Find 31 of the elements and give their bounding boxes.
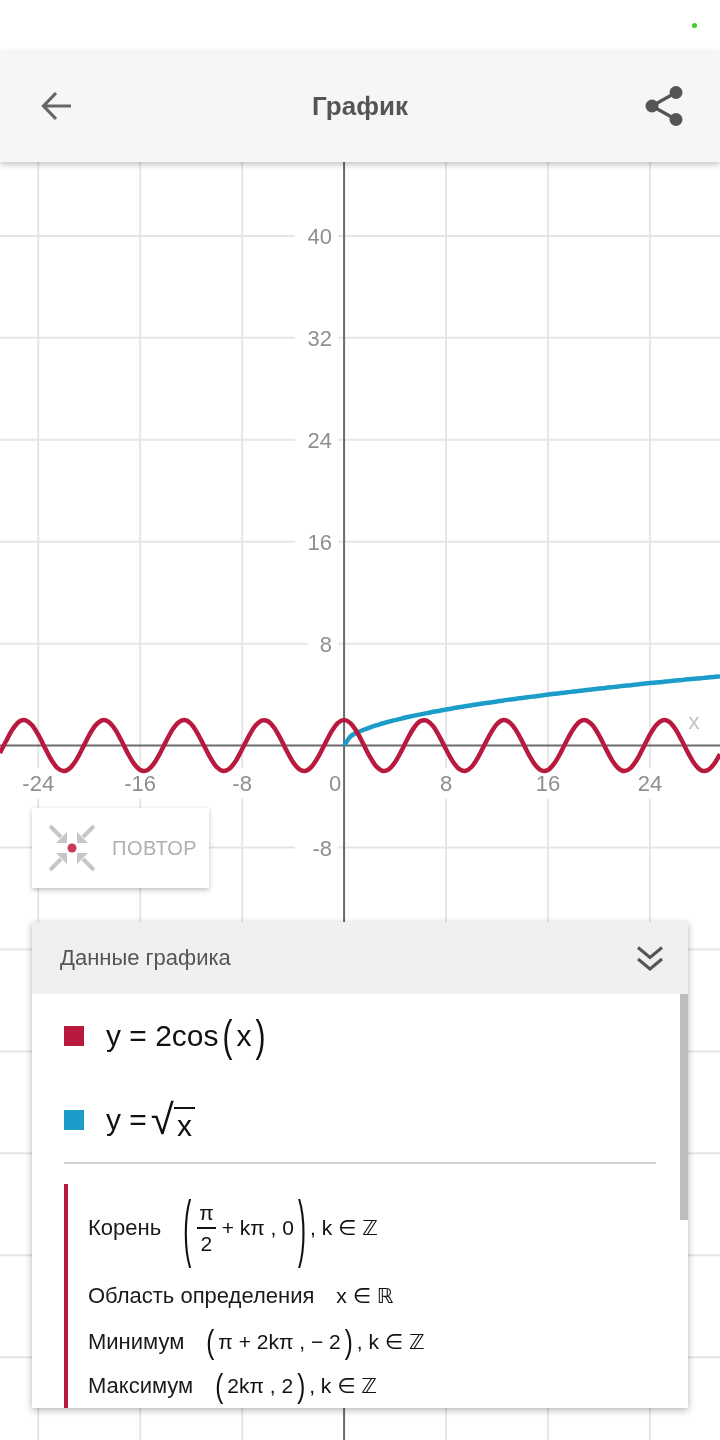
axis-tick-label: -16 [124,770,157,796]
back-arrow-icon[interactable] [40,90,72,122]
axis-tick-label: 0 [328,770,342,796]
property-label: Минимум [88,1329,185,1355]
property-label: Область определения [88,1283,315,1309]
property-label: Максимум [88,1373,194,1399]
axis-tick-label: 32 [307,325,333,351]
axis-tick-label: 16 [307,529,333,555]
property-value: (2kπ , 2), k ∈ ℤ [214,1367,378,1405]
axis-tick-label: 24 [637,770,663,796]
axis-tick-label: -8 [312,835,333,861]
formula: y = 2cos(x) [105,1010,267,1062]
property-value: x ∈ ℝ [335,1283,395,1309]
axis-tick-label: 16 [535,770,561,796]
property-label: Корень [88,1215,162,1241]
formula: y =√x [104,1093,197,1147]
panel-title: Данные графика [60,945,231,971]
screen-title: График [312,90,408,122]
status-dot-icon [692,22,697,28]
reset-view-button[interactable]: ПОВТОР [32,808,209,888]
axis-tick-label: 8 [319,631,333,657]
share-icon[interactable] [645,86,683,126]
axis-tick-label: 8 [439,770,453,796]
axis-tick-label: -24 [22,770,55,796]
property-value: (π + 2kπ , − 2), k ∈ ℤ [205,1323,426,1361]
axis-tick-label: 40 [307,223,333,249]
axis-tick-label: 24 [307,427,333,453]
axis-label: x [688,708,700,734]
axis-tick-label: -8 [232,770,252,796]
double-chevron-icon[interactable] [636,944,664,972]
arrows-inward-icon [48,824,96,872]
